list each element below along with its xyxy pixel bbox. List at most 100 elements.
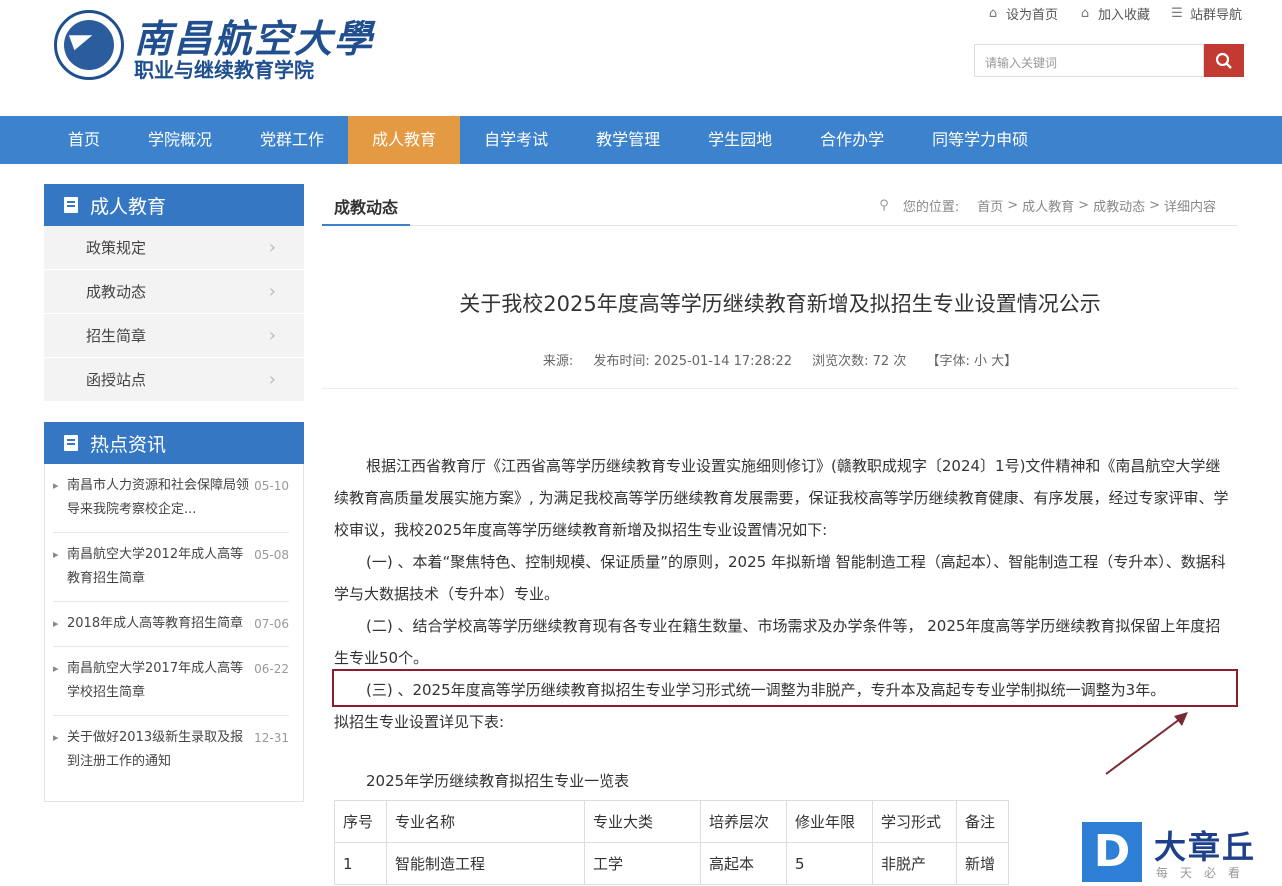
search-input[interactable]: 请输入关键词 (974, 44, 1204, 77)
nav-about[interactable]: 学院概况 (124, 116, 236, 164)
document-icon (64, 197, 78, 213)
watermark-logo-icon: D (1082, 822, 1142, 882)
sidebar-item-stations[interactable]: 函授站点 › (44, 358, 304, 402)
majors-table: 序号 专业名称 专业大类 培养层次 修业年限 学习形式 备注 1 智能制造工程 … (334, 800, 1009, 885)
list-item[interactable]: 06-22 南昌航空大学2017年成人高等学校招生简章 (53, 647, 289, 716)
list-icon: ☰ (1171, 5, 1183, 21)
table-cell: 高起本 (700, 842, 787, 885)
nav-home[interactable]: 首页 (44, 116, 124, 164)
news-date: 06-22 (254, 662, 289, 676)
sidebar-section-label: 成人教育 (90, 195, 167, 218)
nav-degree[interactable]: 同等学力申硕 (908, 116, 1052, 164)
col-header: 备注 (956, 800, 1009, 843)
font-size-toggle[interactable]: 【字体: 小 大】 (926, 354, 1017, 369)
sidebar-item-policy[interactable]: 政策规定 › (44, 226, 304, 270)
add-favorite-label: 加入收藏 (1097, 8, 1150, 23)
set-homepage-link[interactable]: ⌂ 设为首页 (986, 4, 1058, 23)
menu-label: 政策规定 (86, 239, 147, 257)
news-date: 12-31 (254, 731, 289, 745)
divider (322, 388, 1238, 389)
chevron-right-icon: › (268, 281, 276, 302)
col-header: 培养层次 (700, 800, 787, 843)
menu-label: 成教动态 (86, 283, 147, 301)
menu-label: 招生简章 (86, 327, 147, 345)
annotation-arrow-icon (1105, 712, 1188, 775)
nav-teaching[interactable]: 教学管理 (572, 116, 684, 164)
crumb-detail: 详细内容 (1163, 200, 1216, 215)
crumb-sep: > (1078, 198, 1090, 213)
crumb-news[interactable]: 成教动态 (1093, 196, 1145, 215)
highlight-box (332, 669, 1238, 707)
paragraph: 根据江西省教育厅《江西省高等学历继续教育专业设置实施细则修订》(赣教职成规字〔2… (334, 457, 1229, 539)
chevron-right-icon: › (268, 369, 276, 390)
list-item[interactable]: 05-08 南昌航空大学2012年成人高等教育招生简章 (53, 533, 289, 602)
news-date: 05-08 (254, 548, 289, 562)
news-text: 南昌航空大学2017年成人高等学校招生简章 (67, 661, 244, 700)
list-item[interactable]: 12-31 关于做好2013级新生录取及报到注册工作的通知 (53, 716, 289, 784)
table-header-row: 序号 专业名称 专业大类 培养层次 修业年限 学习形式 备注 (334, 800, 1009, 843)
search-button[interactable] (1204, 44, 1244, 77)
university-logo-icon[interactable] (54, 10, 124, 80)
table-cell: 智能制造工程 (386, 842, 585, 885)
table-cell: 工学 (584, 842, 701, 885)
site-nav-label: 站群导航 (1189, 8, 1242, 23)
content-tabbar: 成教动态 ⚲ 您的位置: 首页 > 成人教育 > 成教动态 > 详细内容 (322, 184, 1238, 226)
breadcrumb: ⚲ 您的位置: 首页 > 成人教育 > 成教动态 > 详细内容 (879, 196, 1216, 215)
home-icon: ⌂ (988, 5, 998, 21)
list-item[interactable]: 05-10 南昌市人力资源和社会保障局领导来我院考察校企定... (53, 464, 289, 533)
news-date: 05-10 (254, 479, 289, 493)
paragraph: (一) 、本着“聚焦特色、控制规模、保证质量”的原则，2025 年拟新增 智能制… (334, 553, 1226, 603)
hot-news-label: 热点资讯 (90, 433, 167, 456)
sidebar-menu: 政策规定 › 成教动态 › 招生简章 › 函授站点 › (44, 226, 304, 402)
col-header: 专业大类 (584, 800, 701, 843)
set-homepage-label: 设为首页 (1005, 8, 1058, 23)
nav-self-exam[interactable]: 自学考试 (460, 116, 572, 164)
search-icon (1215, 52, 1232, 69)
hot-news-title: 热点资讯 (44, 422, 304, 464)
sidebar-item-news[interactable]: 成教动态 › (44, 270, 304, 314)
article-meta: 来源: 发布时间: 2025-01-14 17:28:22 浏览次数: 72 次… (322, 350, 1238, 369)
house-outline-icon: ⌂ (1080, 5, 1090, 21)
news-text: 南昌市人力资源和社会保障局领导来我院考察校企定... (67, 478, 250, 517)
table-cell: 新增 (956, 842, 1009, 885)
col-header: 序号 (334, 800, 387, 843)
top-links: ⌂ 设为首页 ⌂ 加入收藏 ☰ 站群导航 (986, 4, 1242, 23)
nav-party[interactable]: 党群工作 (236, 116, 348, 164)
nav-cooperation[interactable]: 合作办学 (796, 116, 908, 164)
college-name: 职业与继续教育学院 (134, 58, 314, 82)
chevron-right-icon: › (268, 237, 276, 258)
news-text: 2018年成人高等教育招生简章 (67, 616, 244, 631)
article-title: 关于我校2025年度高等学历继续教育新增及拟招生专业设置情况公示 (459, 292, 1101, 316)
watermark-title: 大章丘 (1154, 828, 1257, 866)
meta-source: 来源: (542, 354, 574, 369)
site-header: 南昌航空大學 职业与继续教育学院 ⌂ 设为首页 ⌂ 加入收藏 ☰ 站群导航 请输… (0, 0, 1282, 116)
news-text: 南昌航空大学2012年成人高等教育招生简章 (67, 547, 244, 586)
tab-news[interactable]: 成教动态 (322, 184, 411, 226)
crumb-adult-education[interactable]: 成人教育 (1022, 196, 1074, 215)
col-header: 修业年限 (786, 800, 873, 843)
menu-label: 函授站点 (86, 371, 147, 389)
list-item[interactable]: 07-06 2018年成人高等教育招生简章 (53, 602, 289, 647)
table-cell: 5 (786, 842, 873, 885)
col-header: 学习形式 (872, 800, 957, 843)
news-text: 关于做好2013级新生录取及报到注册工作的通知 (67, 730, 244, 769)
location-pin-icon: ⚲ (879, 198, 889, 213)
watermark-slogan: 每天必看 (1156, 866, 1253, 880)
paragraph: (二) 、结合学校高等学历继续教育现有各专业在籍生数量、市场需求及办学条件等， … (334, 617, 1221, 667)
add-favorite-link[interactable]: ⌂ 加入收藏 (1078, 4, 1150, 23)
sidebar-item-admissions[interactable]: 招生简章 › (44, 314, 304, 358)
watermark: D 大章丘 每天必看 (1082, 820, 1282, 886)
meta-time: 发布时间: 2025-01-14 17:28:22 (593, 354, 792, 369)
document-icon (64, 435, 78, 451)
chevron-right-icon: › (268, 325, 276, 346)
table-cell: 非脱产 (872, 842, 957, 885)
crumb-home[interactable]: 首页 (977, 196, 1003, 215)
news-date: 07-06 (254, 617, 289, 631)
meta-views: 浏览次数: 72 次 (812, 354, 907, 369)
crumb-sep: > (1149, 198, 1160, 213)
nav-students[interactable]: 学生园地 (684, 116, 796, 164)
nav-adult-education[interactable]: 成人教育 (348, 116, 461, 164)
site-nav-link[interactable]: ☰ 站群导航 (1170, 4, 1242, 23)
crumb-prefix: 您的位置: (902, 200, 960, 215)
main-nav: 首页 学院概况 党群工作 成人教育 自学考试 教学管理 学生园地 合作办学 同等… (0, 116, 1282, 164)
